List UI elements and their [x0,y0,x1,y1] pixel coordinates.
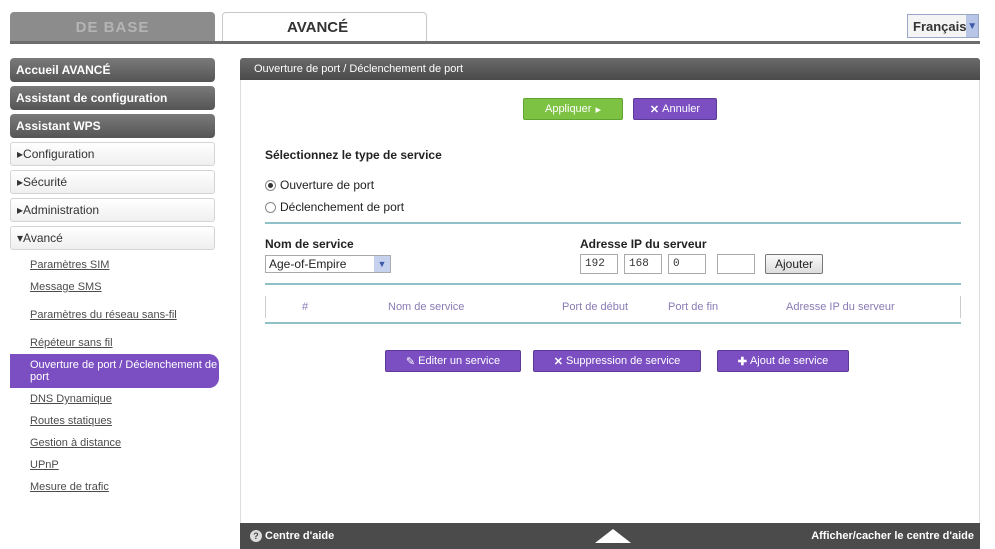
sidebar-item-assistant-wps[interactable]: Assistant WPS [10,114,215,138]
col-service-name: Nom de service [388,301,465,313]
sidebar-sub-routes-statiques[interactable]: Routes statiques [10,410,215,432]
chevron-down-icon: ▼ [374,256,390,272]
sidebar-item-configuration[interactable]: ▸ Configuration [10,142,215,166]
sidebar-sub-dns-dynamique[interactable]: DNS Dynamique [10,388,215,410]
pencil-icon: ✎ [405,355,416,368]
sidebar-item-label: Configuration [23,147,95,161]
service-name-value: Age-of-Empire [269,257,347,271]
server-ip-label: Adresse IP du serveur [580,237,707,251]
cancel-label: Annuler [662,103,701,115]
tab-basic[interactable]: DE BASE [10,12,215,42]
help-center-link[interactable]: Centre d'aide [265,530,334,542]
col-index: # [302,301,309,313]
service-name-label: Nom de service [265,237,354,251]
sidebar-sub-ouverture-port[interactable]: Ouverture de port / Déclenchement de por… [10,354,219,388]
sidebar-item-accueil-avance[interactable]: Accueil AVANCÉ [10,58,215,82]
edit-service-button[interactable]: ✎ Editer un service [385,350,521,372]
sidebar-sub-upnp[interactable]: UPnP [10,454,215,476]
language-select[interactable]: Français ▼ [907,14,979,38]
add-button[interactable]: Ajouter [765,254,823,274]
sidebar-item-label: Sécurité [23,175,68,189]
ip-octet-3-input[interactable]: 0 [668,254,706,274]
sidebar-item-label: Avancé [23,231,63,245]
ip-octet-1-input[interactable]: 192 [580,254,618,274]
sidebar-item-assistant-configuration[interactable]: Assistant de configuration [10,86,215,110]
radio-port-trigger[interactable]: Déclenchement de port [265,200,404,214]
close-icon: ✕ [649,103,660,116]
plus-icon: ✚ [737,355,747,368]
section-divider [265,222,961,224]
help-icon[interactable]: ? [250,530,262,542]
table-header: # Nom de service Port de début Port de f… [265,296,961,318]
sidebar-item-securite[interactable]: ▸ Sécurité [10,170,215,194]
add-service-label: Ajout de service [749,355,829,367]
sidebar-sub-repeteur[interactable]: Répéteur sans fil [10,332,215,354]
sidebar-item-avance[interactable]: ▾ Avancé [10,226,215,250]
chevron-down-icon: ▼ [966,15,978,37]
radio-selected-icon [265,179,276,191]
ip-octet-2-input[interactable]: 168 [624,254,662,274]
tab-advanced[interactable]: AVANCÉ [222,12,427,42]
service-name-select[interactable]: Age-of-Empire ▼ [265,255,391,273]
play-icon: ▸ [595,103,601,116]
col-server-ip: Adresse IP du serveur [786,301,895,313]
top-divider [10,41,980,44]
sidebar-sub-gestion-distance[interactable]: Gestion à distance [10,432,215,454]
sidebar-sub-message-sms[interactable]: Message SMS [10,276,215,298]
main-panel: Appliquer ▸ ✕ Annuler Sélectionnez le ty… [240,80,980,523]
top-bar: DE BASE AVANCÉ Français ▼ [0,0,995,44]
delete-label: Suppression de service [565,355,681,367]
radio-label: Ouverture de port [280,178,375,192]
sidebar-sub-reseau-sans-fil[interactable]: Paramètres du réseau sans-fil [10,298,215,332]
sidebar-sub-mesure-trafic[interactable]: Mesure de trafic [10,476,215,498]
help-footer: ? Centre d'aide Afficher/cacher le centr… [240,523,980,549]
sidebar-sub-parametres-sim[interactable]: Paramètres SIM [10,254,215,276]
col-start-port: Port de début [562,301,629,313]
panel-title: Ouverture de port / Déclenchement de por… [240,58,980,80]
delete-service-button[interactable]: ✕ Suppression de service [533,350,701,372]
apply-label: Appliquer [544,103,592,115]
toggle-help-link[interactable]: Afficher/cacher le centre d'aide [811,530,974,542]
ip-octet-4-input[interactable] [717,254,755,274]
radio-label: Déclenchement de port [280,200,405,214]
radio-port-forward[interactable]: Ouverture de port [265,178,374,192]
close-icon: ✕ [553,355,563,368]
edit-label: Editer un service [418,355,501,367]
add-service-button[interactable]: ✚ Ajout de service [717,350,849,372]
cancel-button[interactable]: ✕ Annuler [633,98,717,120]
sidebar-item-administration[interactable]: ▸ Administration [10,198,215,222]
radio-unselected-icon [265,201,276,213]
apply-button[interactable]: Appliquer ▸ [523,98,623,120]
service-type-title: Sélectionnez le type de service [265,148,442,162]
toggle-arrow-icon[interactable] [595,529,631,543]
table-bottom-rule [265,322,961,324]
sidebar-item-label: Administration [23,203,100,217]
language-value: Français [913,18,967,34]
col-end-port: Port de fin [668,301,719,313]
section-divider [265,283,961,285]
sidebar: Accueil AVANCÉ Assistant de configuratio… [10,58,219,498]
